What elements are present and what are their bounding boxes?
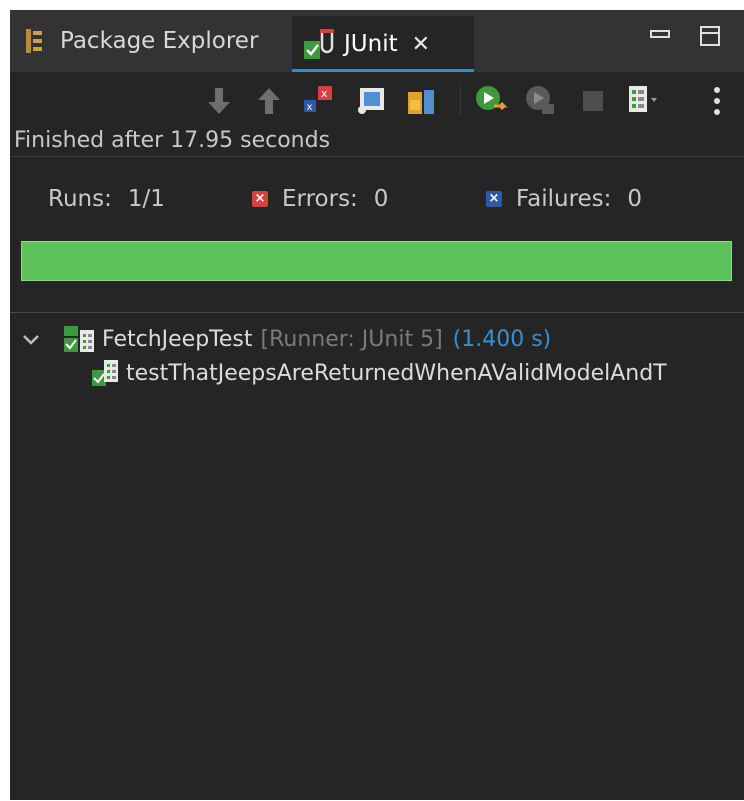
tree-item-test[interactable]: testThatJeepsAreReturnedWhenAValidModelA… — [90, 356, 667, 390]
stop-icon[interactable] — [576, 84, 610, 118]
tab-label-package-explorer: Package Explorer — [60, 28, 259, 54]
svg-text:x: x — [321, 87, 328, 100]
test-suite-passed-icon — [62, 324, 96, 354]
errors-value: 0 — [373, 186, 389, 212]
next-failure-icon[interactable] — [202, 84, 236, 118]
previous-failure-icon[interactable] — [252, 84, 286, 118]
scroll-lock-icon[interactable] — [354, 84, 388, 118]
run-status-text: Finished after 17.95 seconds — [14, 128, 331, 153]
divider — [10, 156, 744, 157]
failure-icon: × — [486, 191, 502, 207]
minimize-icon[interactable] — [648, 24, 672, 48]
lock-icon[interactable] — [404, 84, 438, 118]
failures-label: Failures: — [516, 186, 612, 212]
progress-bar — [21, 241, 732, 281]
junit-icon — [302, 27, 336, 61]
test-counters: Runs: 1/1 × Errors: 0 × Failures: 0 — [10, 186, 744, 220]
suite-time: (1.400 s) — [452, 326, 552, 352]
menu-icon[interactable] — [700, 84, 734, 118]
show-failures-only-icon[interactable]: xx — [302, 84, 336, 118]
tab-label-junit: JUnit — [344, 31, 398, 57]
view-tab-bar: Package Explorer JUnit ✕ — [10, 10, 744, 72]
errors-counter: × Errors: 0 — [252, 186, 388, 212]
package-explorer-icon — [24, 27, 46, 55]
chevron-down-icon[interactable] — [22, 327, 44, 352]
rerun-icon[interactable] — [474, 84, 508, 118]
rerun-failures-first-icon[interactable] — [524, 84, 558, 118]
failures-counter: × Failures: 0 — [486, 186, 642, 212]
junit-view: Package Explorer JUnit ✕ x x Finished af… — [10, 10, 744, 800]
tab-package-explorer[interactable]: Package Explorer — [24, 10, 258, 72]
junit-toolbar: xx — [10, 72, 744, 132]
tab-junit[interactable]: JUnit ✕ — [292, 16, 474, 72]
suite-name: FetchJeepTest — [102, 326, 253, 352]
tree-item-suite[interactable]: FetchJeepTest [Runner: JUnit 5] (1.400 s… — [22, 322, 551, 356]
runs-value: 1/1 — [127, 186, 165, 212]
runs-counter: Runs: 1/1 — [48, 186, 165, 212]
toolbar-separator — [460, 86, 461, 116]
maximize-icon[interactable] — [698, 24, 722, 48]
runs-label: Runs: — [48, 186, 112, 212]
divider — [10, 312, 744, 313]
svg-text:x: x — [307, 102, 313, 113]
history-icon[interactable] — [626, 84, 660, 118]
error-icon: × — [252, 191, 268, 207]
test-name: testThatJeepsAreReturnedWhenAValidModelA… — [126, 360, 667, 386]
close-icon[interactable]: ✕ — [412, 32, 430, 57]
errors-label: Errors: — [282, 186, 358, 212]
test-passed-icon — [90, 358, 120, 388]
suite-runner: [Runner: JUnit 5] — [260, 326, 443, 352]
failures-value: 0 — [627, 186, 643, 212]
